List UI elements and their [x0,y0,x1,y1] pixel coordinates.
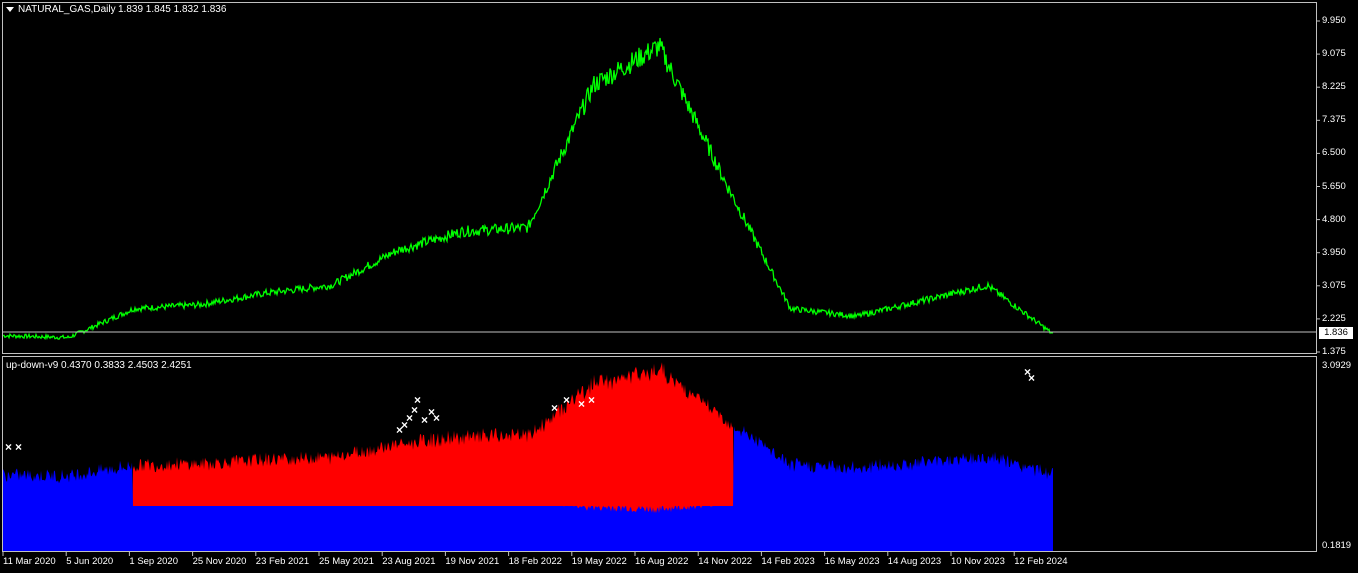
signal-marker-icon: × [421,413,428,427]
signal-marker-icon: × [414,393,421,407]
indicator-axis-top: 3.0929 [1322,360,1352,371]
time-axis-label: 16 May 2023 [824,556,880,567]
signal-marker-icon: × [15,440,22,454]
time-axis-label: 19 May 2022 [571,556,627,567]
indicator-area [3,362,1053,551]
time-axis-label: 14 Feb 2023 [761,556,815,567]
signal-marker-icon: × [563,393,570,407]
time-axis-label: 11 Mar 2020 [3,556,56,567]
time-axis-label: 16 Aug 2022 [635,556,689,567]
price-axis-label: 7.375 [1322,114,1346,126]
signal-marker-icon: × [551,401,558,415]
price-axis-label: 2.225 [1322,312,1346,324]
time-axis-label: 5 Jun 2020 [66,556,114,567]
time-axis-label: 12 Feb 2024 [1014,556,1068,567]
time-axis-label: 18 Feb 2022 [508,556,562,567]
indicator-axis-bottom: 0.1819 [1322,540,1352,551]
time-axis-label: 25 Nov 2020 [192,556,247,567]
price-axis-label: 3.950 [1322,246,1346,258]
time-axis-label: 1 Sep 2020 [129,556,178,567]
time-axis-label: 25 May 2021 [319,556,374,567]
time-axis-label: 23 Aug 2021 [382,556,436,567]
price-axis-label: 5.650 [1322,180,1346,192]
signal-marker-icon: × [5,440,12,454]
price-axis-label: 9.075 [1322,48,1346,60]
price-line [2,37,1054,340]
signal-marker-icon: × [578,397,585,411]
signal-marker-icon: × [1028,371,1035,385]
time-axis-label: 19 Nov 2021 [445,556,500,567]
time-axis-label: 14 Nov 2022 [698,556,753,567]
price-axis-label: 1.375 [1322,346,1346,357]
time-axis-label: 23 Feb 2021 [255,556,310,567]
chart-canvas: × ××××××××××× × ××× [2,20,1320,556]
price-axis-label: 8.225 [1322,81,1346,93]
price-axis-label: 6.500 [1322,147,1346,159]
price-axis-label: 9.950 [1322,15,1346,26]
price-axis-label: 4.800 [1322,213,1346,225]
price-series [2,37,1054,340]
time-axis-label: 14 Aug 2023 [887,556,942,567]
price-axis-label: 3.075 [1322,279,1346,291]
current-price-tag: 1.836 [1319,327,1353,339]
signal-marker-icon: × [588,393,595,407]
time-axis-label: 10 Nov 2023 [951,556,1005,567]
signal-marker-icon: × [433,411,440,425]
